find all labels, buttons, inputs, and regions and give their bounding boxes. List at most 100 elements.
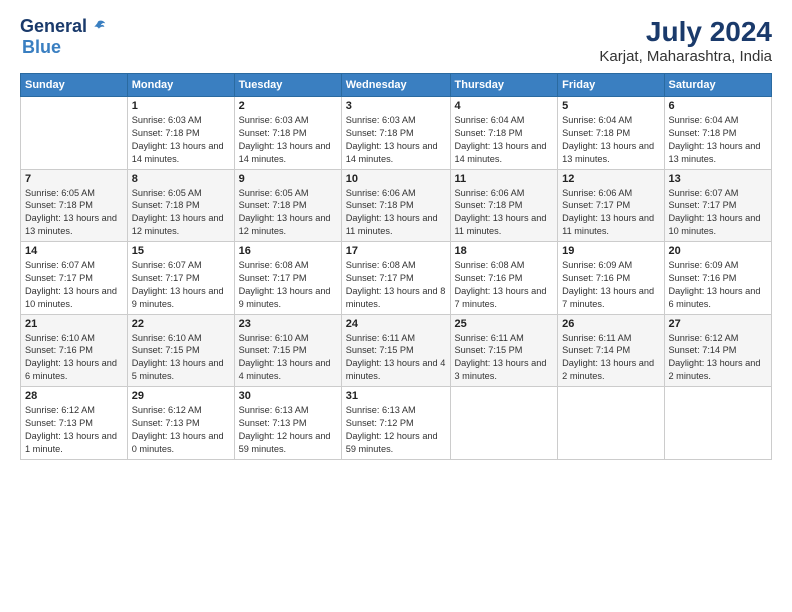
day-info: Sunrise: 6:06 AMSunset: 7:17 PMDaylight:…	[562, 187, 659, 239]
calendar-cell: 5 Sunrise: 6:04 AMSunset: 7:18 PMDaylight…	[558, 97, 664, 170]
day-info: Sunrise: 6:06 AMSunset: 7:18 PMDaylight:…	[346, 187, 446, 239]
day-info: Sunrise: 6:13 AMSunset: 7:13 PMDaylight:…	[239, 404, 337, 456]
day-number: 4	[455, 100, 554, 112]
day-info: Sunrise: 6:10 AMSunset: 7:15 PMDaylight:…	[132, 332, 230, 384]
day-number: 21	[25, 318, 123, 330]
weekday-header: Tuesday	[234, 74, 341, 97]
calendar-cell: 9 Sunrise: 6:05 AMSunset: 7:18 PMDaylight…	[234, 169, 341, 242]
logo-general: General	[20, 16, 87, 37]
day-info: Sunrise: 6:13 AMSunset: 7:12 PMDaylight:…	[346, 404, 446, 456]
calendar-week-row: 7 Sunrise: 6:05 AMSunset: 7:18 PMDaylight…	[21, 169, 772, 242]
day-number: 20	[669, 245, 768, 257]
logo: General Blue	[20, 16, 107, 58]
day-info: Sunrise: 6:03 AMSunset: 7:18 PMDaylight:…	[239, 114, 337, 166]
day-info: Sunrise: 6:09 AMSunset: 7:16 PMDaylight:…	[562, 259, 659, 311]
day-number: 26	[562, 318, 659, 330]
calendar-cell: 1Sunrise: 6:03 AMSunset: 7:18 PMDaylight…	[127, 97, 234, 170]
calendar-week-row: 1Sunrise: 6:03 AMSunset: 7:18 PMDaylight…	[21, 97, 772, 170]
day-info: Sunrise: 6:12 AMSunset: 7:13 PMDaylight:…	[25, 404, 123, 456]
day-number: 22	[132, 318, 230, 330]
calendar-cell	[450, 387, 558, 460]
day-number: 10	[346, 173, 446, 185]
page-subtitle: Karjat, Maharashtra, India	[599, 48, 772, 65]
day-number: 9	[239, 173, 337, 185]
calendar-cell: 2 Sunrise: 6:03 AMSunset: 7:18 PMDaylight…	[234, 97, 341, 170]
title-block: July 2024 Karjat, Maharashtra, India	[599, 16, 772, 65]
day-number: 11	[455, 173, 554, 185]
weekday-header: Sunday	[21, 74, 128, 97]
day-number: 17	[346, 245, 446, 257]
calendar-cell	[21, 97, 128, 170]
weekday-header: Friday	[558, 74, 664, 97]
calendar-cell: 18Sunrise: 6:08 AMSunset: 7:16 PMDayligh…	[450, 242, 558, 315]
day-info: Sunrise: 6:07 AMSunset: 7:17 PMDaylight:…	[132, 259, 230, 311]
weekday-header: Wednesday	[341, 74, 450, 97]
day-number: 24	[346, 318, 446, 330]
calendar-week-row: 21Sunrise: 6:10 AMSunset: 7:16 PMDayligh…	[21, 314, 772, 387]
weekday-header: Monday	[127, 74, 234, 97]
calendar-cell: 24Sunrise: 6:11 AMSunset: 7:15 PMDayligh…	[341, 314, 450, 387]
day-number: 2	[239, 100, 337, 112]
day-number: 27	[669, 318, 768, 330]
day-info: Sunrise: 6:03 AMSunset: 7:18 PMDaylight:…	[132, 114, 230, 166]
day-number: 5	[562, 100, 659, 112]
day-number: 15	[132, 245, 230, 257]
calendar-cell: 26 Sunrise: 6:11 AMSunset: 7:14 PMDayligh…	[558, 314, 664, 387]
calendar-cell: 28 Sunrise: 6:12 AMSunset: 7:13 PMDayligh…	[21, 387, 128, 460]
logo-blue-text: Blue	[22, 37, 61, 58]
calendar-week-row: 28 Sunrise: 6:12 AMSunset: 7:13 PMDayligh…	[21, 387, 772, 460]
calendar-cell: 31 Sunrise: 6:13 AMSunset: 7:12 PMDayligh…	[341, 387, 450, 460]
calendar-cell: 22 Sunrise: 6:10 AMSunset: 7:15 PMDayligh…	[127, 314, 234, 387]
day-number: 31	[346, 390, 446, 402]
calendar-cell: 14Sunrise: 6:07 AMSunset: 7:17 PMDayligh…	[21, 242, 128, 315]
day-info: Sunrise: 6:04 AMSunset: 7:18 PMDaylight:…	[455, 114, 554, 166]
day-info: Sunrise: 6:05 AMSunset: 7:18 PMDaylight:…	[25, 187, 123, 239]
day-info: Sunrise: 6:04 AMSunset: 7:18 PMDaylight:…	[562, 114, 659, 166]
day-number: 12	[562, 173, 659, 185]
day-info: Sunrise: 6:07 AMSunset: 7:17 PMDaylight:…	[669, 187, 768, 239]
day-info: Sunrise: 6:08 AMSunset: 7:17 PMDaylight:…	[346, 259, 446, 311]
calendar-cell: 8 Sunrise: 6:05 AMSunset: 7:18 PMDaylight…	[127, 169, 234, 242]
day-number: 14	[25, 245, 123, 257]
calendar-cell: 17 Sunrise: 6:08 AMSunset: 7:17 PMDayligh…	[341, 242, 450, 315]
calendar-cell: 29Sunrise: 6:12 AMSunset: 7:13 PMDayligh…	[127, 387, 234, 460]
calendar-cell: 6Sunrise: 6:04 AMSunset: 7:18 PMDaylight…	[664, 97, 772, 170]
calendar-cell: 27Sunrise: 6:12 AMSunset: 7:14 PMDayligh…	[664, 314, 772, 387]
day-number: 13	[669, 173, 768, 185]
day-info: Sunrise: 6:08 AMSunset: 7:16 PMDaylight:…	[455, 259, 554, 311]
day-info: Sunrise: 6:08 AMSunset: 7:17 PMDaylight:…	[239, 259, 337, 311]
day-number: 6	[669, 100, 768, 112]
calendar-cell: 13 Sunrise: 6:07 AMSunset: 7:17 PMDayligh…	[664, 169, 772, 242]
day-info: Sunrise: 6:06 AMSunset: 7:18 PMDaylight:…	[455, 187, 554, 239]
calendar-cell: 19 Sunrise: 6:09 AMSunset: 7:16 PMDayligh…	[558, 242, 664, 315]
logo-text: General	[20, 16, 107, 37]
header: General Blue July 2024 Karjat, Maharasht…	[20, 16, 772, 65]
calendar-cell: 10 Sunrise: 6:06 AMSunset: 7:18 PMDayligh…	[341, 169, 450, 242]
day-number: 28	[25, 390, 123, 402]
calendar-cell	[558, 387, 664, 460]
calendar-cell: 21Sunrise: 6:10 AMSunset: 7:16 PMDayligh…	[21, 314, 128, 387]
calendar-cell	[664, 387, 772, 460]
calendar-header-row: SundayMondayTuesdayWednesdayThursdayFrid…	[21, 74, 772, 97]
day-number: 25	[455, 318, 554, 330]
calendar-cell: 11 Sunrise: 6:06 AMSunset: 7:18 PMDayligh…	[450, 169, 558, 242]
day-info: Sunrise: 6:05 AMSunset: 7:18 PMDaylight:…	[239, 187, 337, 239]
calendar-cell: 23Sunrise: 6:10 AMSunset: 7:15 PMDayligh…	[234, 314, 341, 387]
calendar-cell: 15 Sunrise: 6:07 AMSunset: 7:17 PMDayligh…	[127, 242, 234, 315]
logo-bird-icon	[89, 18, 107, 36]
weekday-header: Saturday	[664, 74, 772, 97]
day-number: 8	[132, 173, 230, 185]
day-number: 7	[25, 173, 123, 185]
day-number: 16	[239, 245, 337, 257]
day-number: 19	[562, 245, 659, 257]
day-info: Sunrise: 6:11 AMSunset: 7:14 PMDaylight:…	[562, 332, 659, 384]
page-title: July 2024	[599, 16, 772, 48]
day-info: Sunrise: 6:11 AMSunset: 7:15 PMDaylight:…	[455, 332, 554, 384]
day-info: Sunrise: 6:05 AMSunset: 7:18 PMDaylight:…	[132, 187, 230, 239]
calendar-cell: 3Sunrise: 6:03 AMSunset: 7:18 PMDaylight…	[341, 97, 450, 170]
day-number: 30	[239, 390, 337, 402]
day-info: Sunrise: 6:03 AMSunset: 7:18 PMDaylight:…	[346, 114, 446, 166]
calendar-cell: 30 Sunrise: 6:13 AMSunset: 7:13 PMDayligh…	[234, 387, 341, 460]
weekday-header: Thursday	[450, 74, 558, 97]
calendar-cell: 16 Sunrise: 6:08 AMSunset: 7:17 PMDayligh…	[234, 242, 341, 315]
